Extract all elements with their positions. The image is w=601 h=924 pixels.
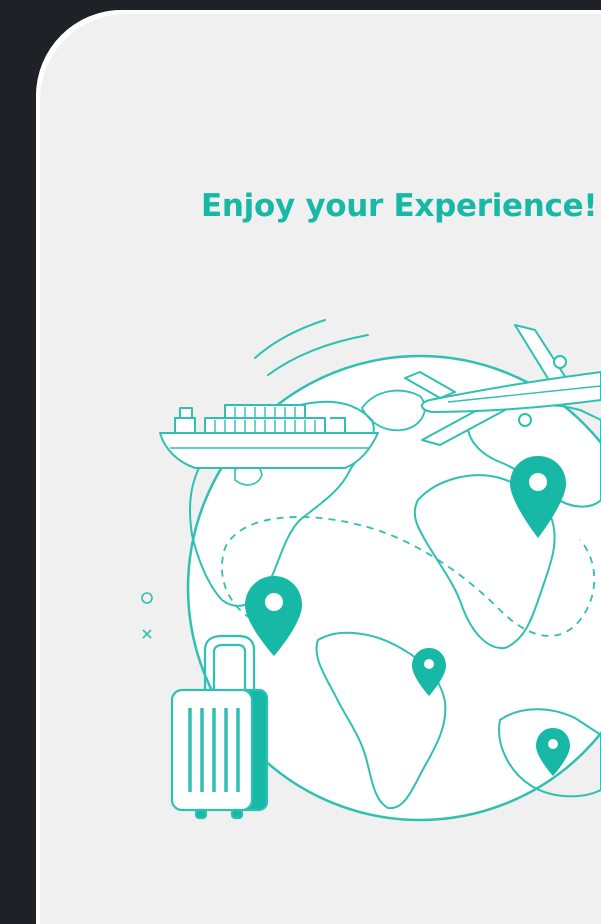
phone-frame: Enjoy your Experience! xyxy=(0,0,601,924)
travel-illustration xyxy=(141,319,601,822)
sparkle-icon xyxy=(141,592,153,639)
